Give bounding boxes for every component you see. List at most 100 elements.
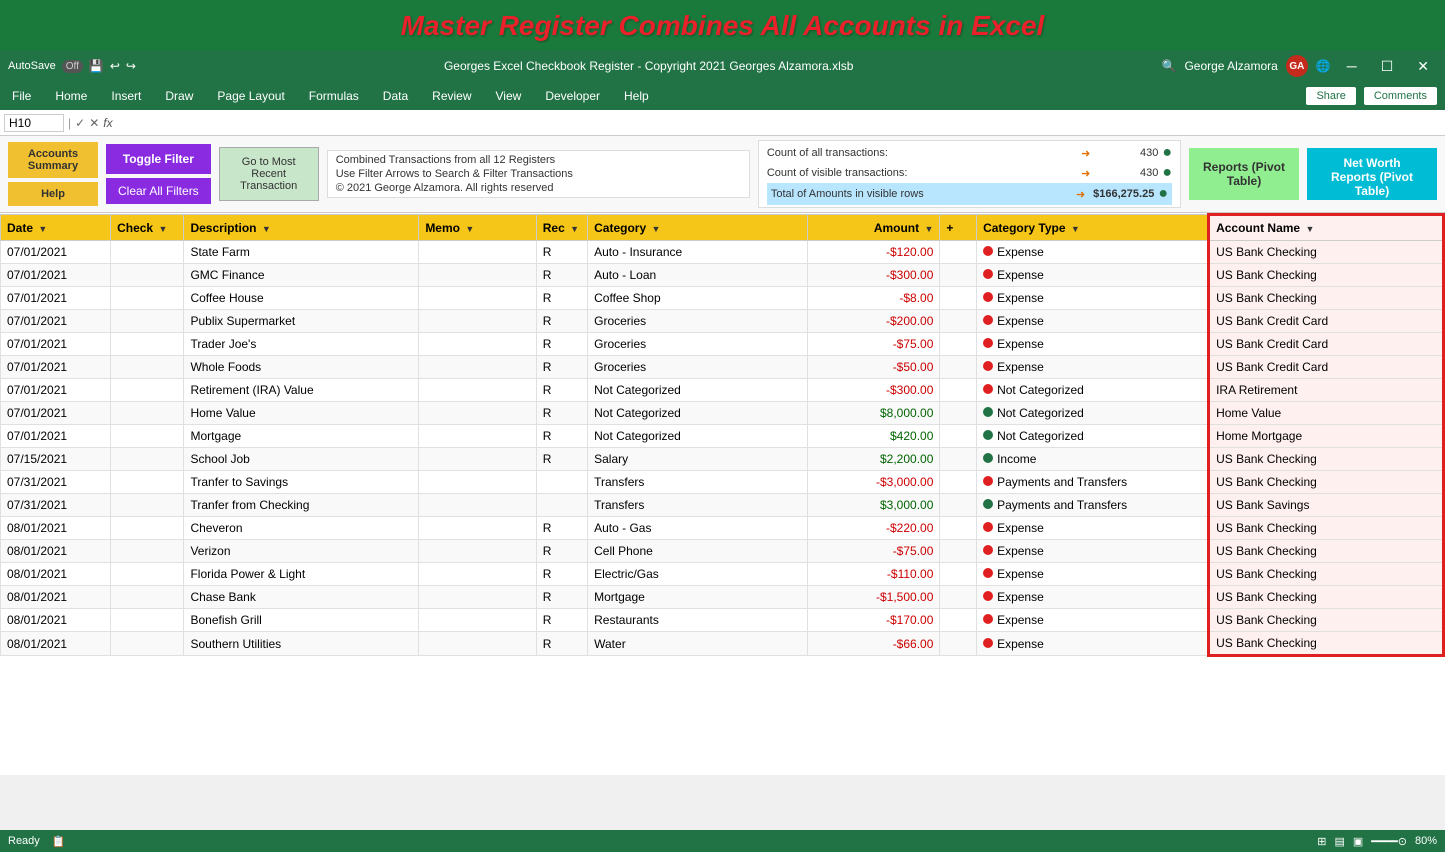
dot-visible: ● <box>1162 164 1172 182</box>
clear-filters-button[interactable]: Clear All Filters <box>106 178 211 204</box>
cell-plus <box>940 448 977 471</box>
help-button[interactable]: Help <box>8 182 98 206</box>
tab-home[interactable]: Home <box>51 87 91 105</box>
cancel-icon[interactable]: ✕ <box>89 116 99 130</box>
cell-rec: R <box>536 287 587 310</box>
cell-category-type: Expense <box>977 241 1209 264</box>
toggle-filter-button[interactable]: Toggle Filter <box>106 144 211 174</box>
autosave-label: AutoSave <box>8 60 56 72</box>
tab-formulas[interactable]: Formulas <box>305 87 363 105</box>
status-left: Ready 📋 <box>8 835 66 848</box>
cell-account-name: US Bank Checking <box>1209 471 1444 494</box>
tab-view[interactable]: View <box>492 87 526 105</box>
info-filter: Use Filter Arrows to Search & Filter Tra… <box>336 168 741 180</box>
cell-check <box>111 609 184 632</box>
formula-input[interactable] <box>113 116 1441 130</box>
tab-draw[interactable]: Draw <box>161 87 197 105</box>
cell-account-name: IRA Retirement <box>1209 379 1444 402</box>
cell-reference[interactable] <box>4 114 64 132</box>
comments-button[interactable]: Comments <box>1364 87 1437 105</box>
cell-category: Groceries <box>588 333 808 356</box>
user-avatar: GA <box>1286 55 1308 77</box>
tab-data[interactable]: Data <box>379 87 412 105</box>
header-memo[interactable]: Memo ▼ <box>419 215 536 241</box>
cell-check <box>111 563 184 586</box>
header-description[interactable]: Description ▼ <box>184 215 419 241</box>
cell-check <box>111 333 184 356</box>
info-row-2: Use Filter Arrows to Search & Filter Tra… <box>336 167 741 181</box>
table-row: 07/01/2021 Publix Supermarket R Grocerie… <box>1 310 1444 333</box>
status-right: ⊞ ▤ ▣ ━━━━⊙ 80% <box>1317 835 1437 848</box>
cell-category-type: Payments and Transfers <box>977 471 1209 494</box>
header-rec[interactable]: Rec ▼ <box>536 215 587 241</box>
restore-button[interactable]: ☐ <box>1373 58 1402 75</box>
page-break-icon[interactable]: ▤ <box>1334 835 1344 848</box>
formula-divider: | <box>68 116 71 130</box>
titlebar-filename: Georges Excel Checkbook Register - Copyr… <box>136 59 1162 73</box>
cell-date: 08/01/2021 <box>1 632 111 656</box>
header-category[interactable]: Category ▼ <box>588 215 808 241</box>
grid-icon[interactable]: ⊞ <box>1317 835 1326 848</box>
cell-category: Transfers <box>588 471 808 494</box>
minimize-button[interactable]: ─ <box>1339 58 1365 74</box>
header-amount[interactable]: Amount ▼ <box>808 215 940 241</box>
tab-developer[interactable]: Developer <box>541 87 604 105</box>
cell-plus <box>940 333 977 356</box>
table-row: 08/01/2021 Florida Power & Light R Elect… <box>1 563 1444 586</box>
table-row: 07/01/2021 Home Value R Not Categorized … <box>1 402 1444 425</box>
cell-date: 08/01/2021 <box>1 586 111 609</box>
cell-account-name: US Bank Checking <box>1209 609 1444 632</box>
cell-category: Auto - Insurance <box>588 241 808 264</box>
share-button[interactable]: Share <box>1306 87 1355 105</box>
header-plus[interactable]: + <box>940 215 977 241</box>
cell-description: Tranfer to Savings <box>184 471 419 494</box>
reports-button[interactable]: Reports (Pivot Table) <box>1189 148 1299 200</box>
cell-description: Cheveron <box>184 517 419 540</box>
cell-description: Chase Bank <box>184 586 419 609</box>
cell-amount: -$75.00 <box>808 540 940 563</box>
networth-button[interactable]: Net Worth Reports (Pivot Table) <box>1307 148 1437 200</box>
check-icon[interactable]: ✓ <box>75 116 85 130</box>
cell-rec: R <box>536 379 587 402</box>
count-visible-label: Count of visible transactions: <box>767 167 1073 179</box>
redo-icon[interactable]: ↪ <box>126 59 136 73</box>
cell-rec: R <box>536 333 587 356</box>
cell-rec: R <box>536 402 587 425</box>
info-copyright: © 2021 George Alzamora. All rights reser… <box>336 182 741 194</box>
tab-page-layout[interactable]: Page Layout <box>213 87 288 105</box>
table-row: 07/15/2021 School Job R Salary $2,200.00… <box>1 448 1444 471</box>
tab-insert[interactable]: Insert <box>107 87 145 105</box>
cell-category-type: Expense <box>977 287 1209 310</box>
table-row: 07/01/2021 Coffee House R Coffee Shop -$… <box>1 287 1444 310</box>
accounts-summary-button[interactable]: Accounts Summary <box>8 142 98 178</box>
tab-review[interactable]: Review <box>428 87 475 105</box>
undo-icon[interactable]: ↩ <box>110 59 120 73</box>
stats-total: Total of Amounts in visible rows ➜ $166,… <box>767 183 1172 205</box>
zoom-slider[interactable]: ━━━━⊙ <box>1371 835 1407 848</box>
cell-date: 07/01/2021 <box>1 333 111 356</box>
tab-help[interactable]: Help <box>620 87 653 105</box>
search-icon[interactable]: 🔍 <box>1161 59 1176 73</box>
dot-total: ● <box>1158 185 1168 203</box>
table-row: 07/01/2021 Mortgage R Not Categorized $4… <box>1 425 1444 448</box>
cell-description: Trader Joe's <box>184 333 419 356</box>
page-layout-icon[interactable]: ▣ <box>1353 835 1363 848</box>
tab-file[interactable]: File <box>8 87 35 105</box>
header-category-type[interactable]: Category Type ▼ <box>977 215 1209 241</box>
cell-category-type: Expense <box>977 517 1209 540</box>
header-date[interactable]: Date ▼ <box>1 215 111 241</box>
cell-description: Home Value <box>184 402 419 425</box>
cell-memo <box>419 310 536 333</box>
close-button[interactable]: ✕ <box>1409 58 1437 75</box>
header-check[interactable]: Check ▼ <box>111 215 184 241</box>
autosave-toggle[interactable]: Off <box>62 60 83 73</box>
table-row: 07/01/2021 Whole Foods R Groceries -$50.… <box>1 356 1444 379</box>
go-recent-button[interactable]: Go to Most Recent Transaction <box>219 147 319 201</box>
stats-count-all: Count of all transactions: ➜ 430 ● <box>767 143 1172 163</box>
cell-memo <box>419 448 536 471</box>
info-box: Combined Transactions from all 12 Regist… <box>327 150 750 198</box>
cell-date: 08/01/2021 <box>1 609 111 632</box>
header-account-name[interactable]: Account Name ▼ <box>1209 215 1444 241</box>
table-row: 07/01/2021 Retirement (IRA) Value R Not … <box>1 379 1444 402</box>
save-icon[interactable]: 💾 <box>89 59 104 73</box>
